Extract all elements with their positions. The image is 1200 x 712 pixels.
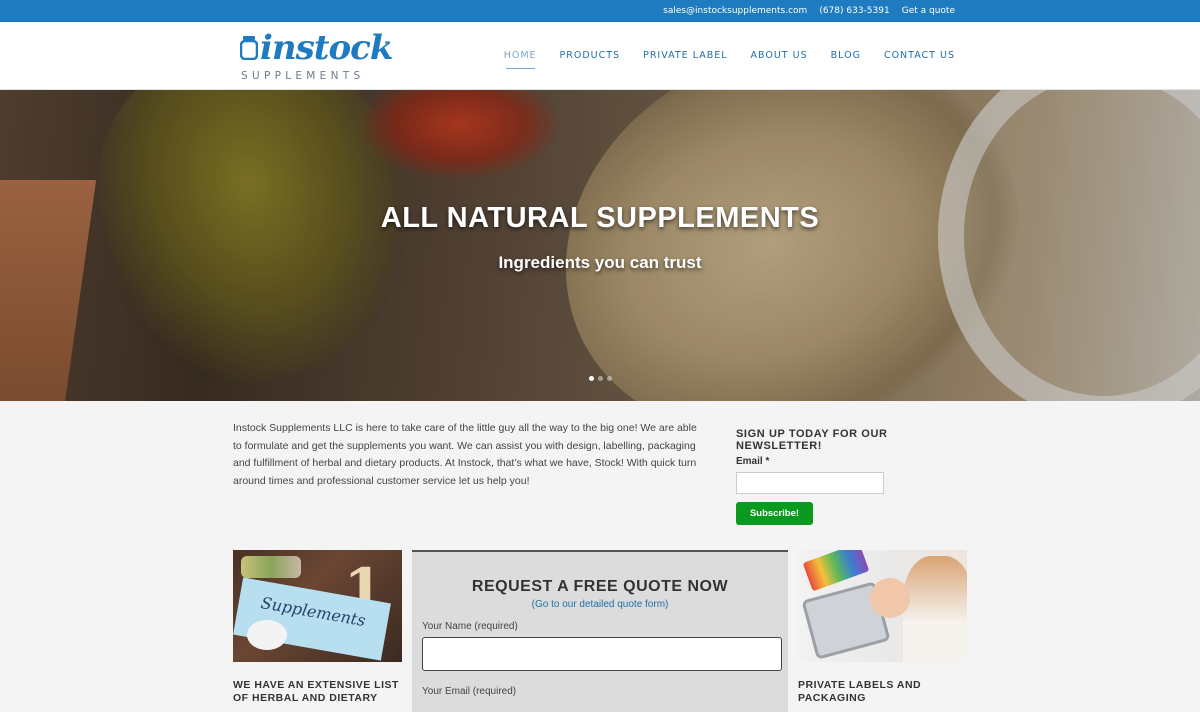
phone-link[interactable]: (678) 633-5391	[819, 6, 889, 16]
designer-image[interactable]	[798, 550, 967, 662]
products-card: 1 Supplements WE HAVE AN EXTENSIVE LIST …	[233, 550, 402, 705]
main-nav: HOME PRODUCTS PRIVATE LABEL ABOUT US BLO…	[504, 22, 955, 89]
quote-form-title: REQUEST A FREE QUOTE NOW	[471, 578, 729, 595]
subscribe-button[interactable]: Subscribe!	[736, 502, 813, 525]
nav-products[interactable]: PRODUCTS	[560, 50, 621, 61]
newsletter-email-label: Email *	[736, 456, 770, 467]
quote-form: REQUEST A FREE QUOTE NOW (Go to our deta…	[412, 550, 788, 712]
products-card-title[interactable]: WE HAVE AN EXTENSIVE LIST OF HERBAL AND …	[233, 679, 402, 705]
site-logo[interactable]: instock SUPPLEMENTS	[240, 28, 393, 84]
private-label-card: PRIVATE LABELS AND PACKAGING	[798, 550, 967, 705]
slider-dot-1[interactable]	[588, 376, 594, 381]
email-link[interactable]: sales@instocksupplements.com	[663, 6, 807, 16]
name-label: Your Name (required)	[422, 621, 518, 632]
designer-person	[903, 556, 967, 662]
slider-dot-2[interactable]	[597, 376, 603, 381]
hero-slider[interactable]: ALL NATURAL SUPPLEMENTS Ingredients you …	[0, 90, 1200, 401]
designer-hand	[870, 578, 910, 618]
hero-title: ALL NATURAL SUPPLEMENTS	[380, 202, 820, 234]
logo-wordmark: instock	[260, 28, 393, 68]
pills-photo	[241, 556, 301, 578]
nav-home[interactable]: HOME	[504, 50, 537, 69]
site-header: instock SUPPLEMENTS HOME PRODUCTS PRIVAT…	[0, 22, 1200, 90]
detailed-quote-link[interactable]: (Go to our detailed quote form)	[412, 599, 788, 610]
powder-scoop	[247, 620, 287, 650]
slider-dot-3[interactable]	[606, 376, 612, 381]
supplements-image[interactable]: 1 Supplements	[233, 550, 402, 662]
nav-about-us[interactable]: ABOUT US	[751, 50, 808, 61]
nav-contact-us[interactable]: CONTACT US	[884, 50, 955, 61]
hero-subtitle: Ingredients you can trust	[498, 253, 702, 272]
private-label-card-title[interactable]: PRIVATE LABELS AND PACKAGING	[798, 679, 967, 705]
top-contact-bar: sales@instocksupplements.com (678) 633-5…	[0, 0, 1200, 22]
intro-text: Instock Supplements LLC is here to take …	[233, 422, 697, 487]
nav-blog[interactable]: BLOG	[831, 50, 861, 61]
newsletter-signup: SIGN UP TODAY FOR OUR NEWSLETTER! Email …	[736, 428, 966, 525]
newsletter-title: SIGN UP TODAY FOR OUR NEWSLETTER!	[736, 428, 888, 452]
name-field[interactable]	[422, 637, 782, 671]
nav-private-label[interactable]: PRIVATE LABEL	[643, 50, 727, 61]
newsletter-email-input[interactable]	[736, 472, 884, 494]
logo-subtitle: SUPPLEMENTS	[241, 70, 365, 82]
slider-dots	[0, 376, 1200, 381]
jar-icon	[240, 36, 258, 60]
get-quote-link[interactable]: Get a quote	[902, 6, 955, 16]
email-label: Your Email (required)	[422, 686, 517, 697]
